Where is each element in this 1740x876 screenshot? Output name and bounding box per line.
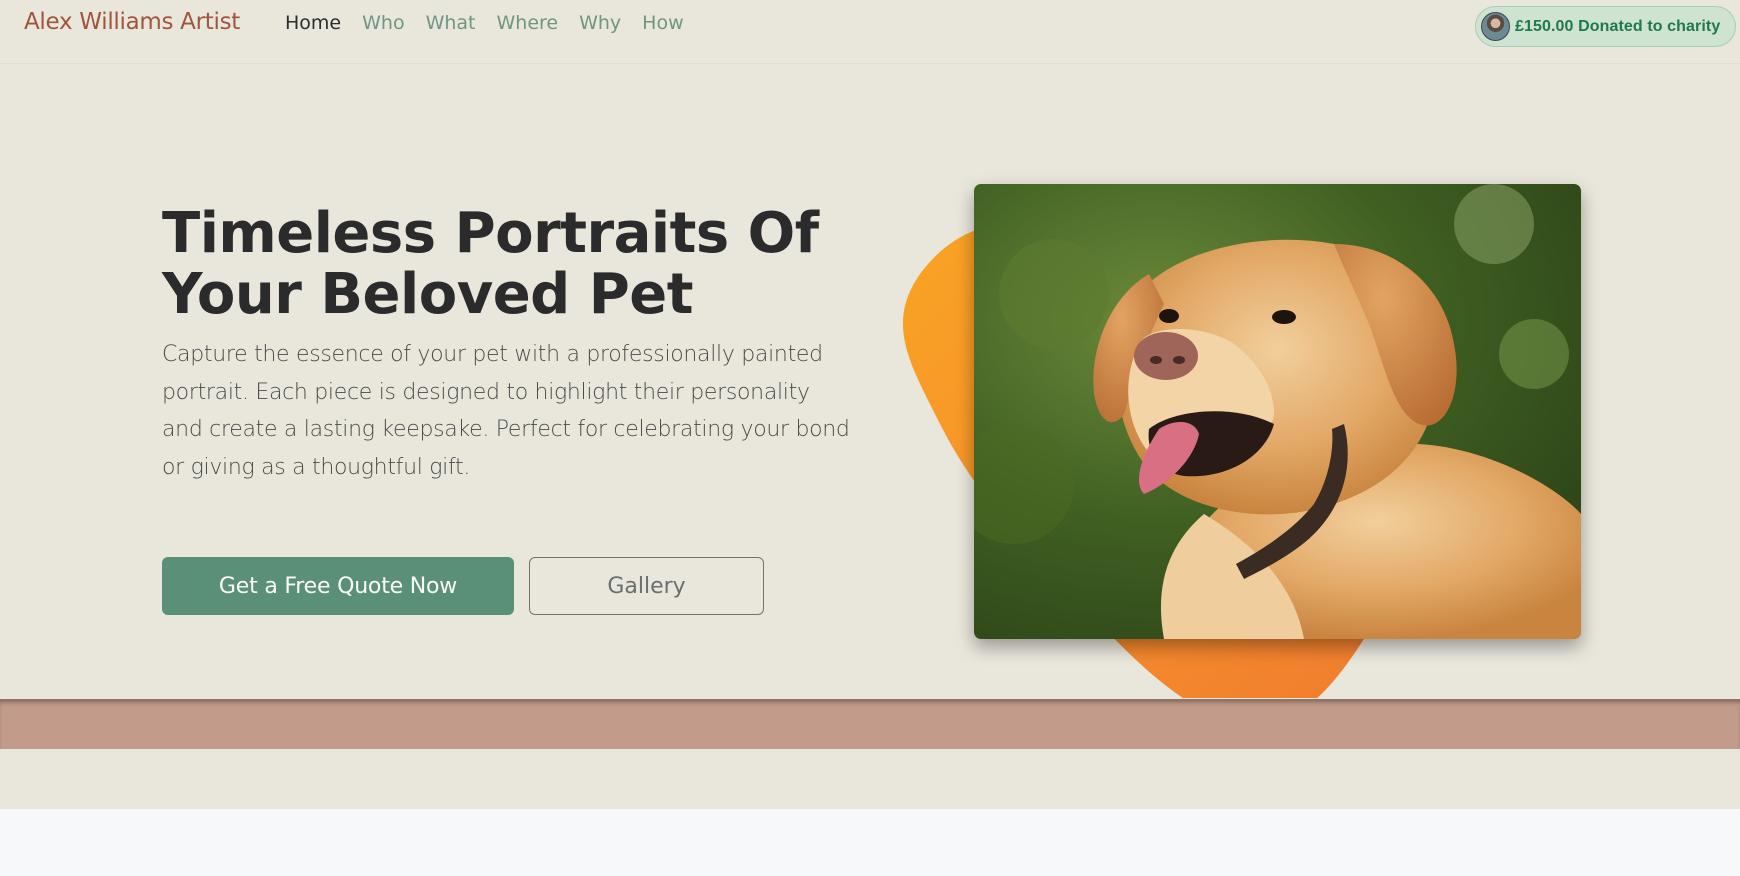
brand-logo-link[interactable]: Alex Williams Artist: [24, 9, 240, 35]
hero-description: Capture the essence of your pet with a p…: [162, 342, 850, 480]
nav-link-why[interactable]: Why: [579, 12, 621, 34]
nav-link-who[interactable]: Who: [362, 12, 404, 34]
nav-link-where[interactable]: Where: [496, 12, 558, 34]
section-divider-band: [0, 700, 1740, 749]
avatar: [1481, 12, 1510, 41]
donation-amount-text: £150.00 Donated to charity: [1515, 17, 1721, 35]
hero-title: Timeless Portraits Of Your Beloved Pet: [162, 203, 862, 325]
donation-badge[interactable]: £150.00 Donated to charity: [1475, 6, 1736, 47]
hero-title-line1: Timeless Portraits Of: [162, 201, 819, 266]
next-section: [0, 809, 1740, 876]
main-nav: Home Who What Where Why How: [285, 12, 684, 34]
nav-link-home[interactable]: Home: [285, 12, 341, 34]
nav-link-what[interactable]: What: [426, 12, 476, 34]
dog-photo: [974, 184, 1581, 639]
gallery-button[interactable]: Gallery: [529, 557, 764, 615]
get-free-quote-button[interactable]: Get a Free Quote Now: [162, 557, 514, 615]
hero-title-line2: Your Beloved Pet: [162, 262, 694, 327]
nav-link-how[interactable]: How: [642, 12, 683, 34]
lower-section: [0, 749, 1740, 809]
hero-section: Timeless Portraits Of Your Beloved Pet C…: [0, 64, 1740, 698]
top-navbar: Alex Williams Artist Home Who What Where…: [0, 0, 1740, 64]
